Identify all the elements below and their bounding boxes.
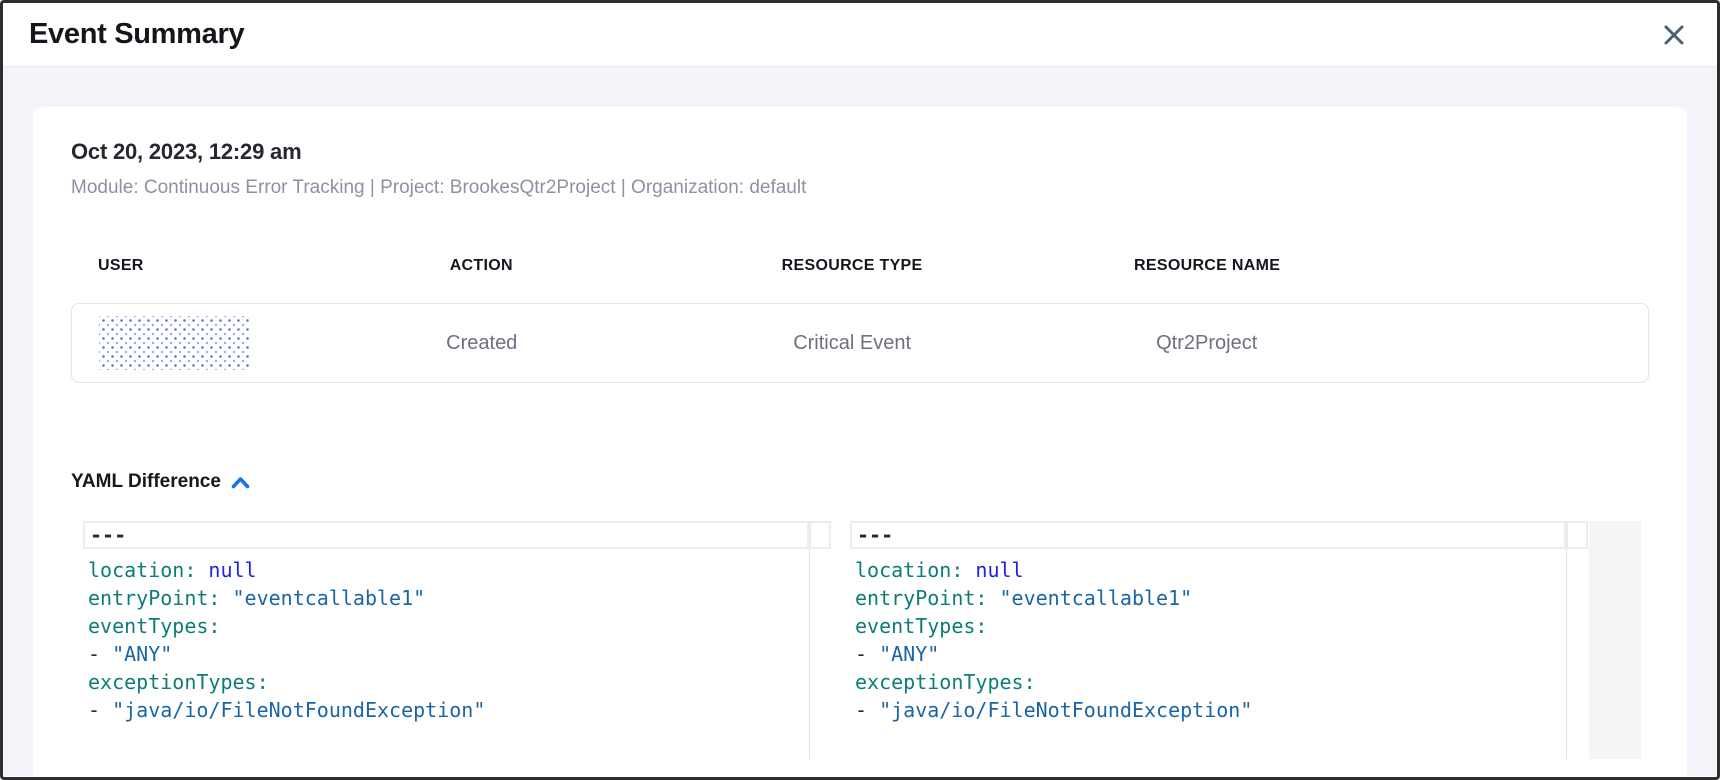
yaml-token-dash: -: [88, 698, 100, 722]
yaml-token-plain: [987, 586, 999, 610]
yaml-token-plain: [100, 698, 112, 722]
event-meta: Module: Continuous Error Tracking | Proj…: [71, 177, 1649, 199]
yaml-line: location: null: [855, 556, 1566, 584]
yaml-token-kw: null: [208, 558, 256, 582]
cell-resource-type: Critical Event: [624, 332, 1081, 355]
yaml-token-dash: ---: [857, 523, 893, 547]
yaml-code-lines: location: nullentryPoint: "eventcallable…: [850, 556, 1566, 724]
event-timestamp: Oct 20, 2023, 12:29 am: [71, 139, 1649, 165]
yaml-pane-right-content: --- location: nullentryPoint: "eventcall…: [850, 521, 1566, 759]
header-spacer: [1333, 257, 1649, 275]
yaml-line: - "ANY": [855, 640, 1566, 668]
column-header-user: USER: [71, 257, 339, 275]
chevron-up-icon: [231, 476, 250, 489]
yaml-pane-left-gutter: [809, 521, 831, 759]
yaml-token-key: exceptionTypes:: [88, 670, 269, 694]
yaml-token-plain: [867, 698, 879, 722]
yaml-token-plain: [220, 586, 232, 610]
yaml-token-str: "eventcallable1": [233, 586, 426, 610]
yaml-first-line: ---: [850, 521, 1566, 549]
close-icon: [1662, 23, 1686, 47]
yaml-line: exceptionTypes:: [88, 668, 809, 696]
yaml-line: eventTypes:: [855, 612, 1566, 640]
yaml-code-lines: location: nullentryPoint: "eventcallable…: [83, 556, 809, 724]
yaml-token-key: entryPoint:: [88, 586, 220, 610]
modal-body: Oct 20, 2023, 12:29 am Module: Continuou…: [3, 67, 1717, 776]
cell-user: [72, 316, 340, 370]
yaml-token-str: "java/io/FileNotFoundException": [879, 698, 1252, 722]
yaml-token-str: "ANY": [112, 642, 172, 666]
column-header-resource-type: RESOURCE TYPE: [623, 257, 1081, 275]
yaml-pane-right-gutter: [1566, 521, 1588, 759]
yaml-line: entryPoint: "eventcallable1": [88, 584, 809, 612]
yaml-token-plain: [196, 558, 208, 582]
yaml-token-plain: [867, 642, 879, 666]
yaml-token-key: eventTypes:: [855, 614, 987, 638]
yaml-token-kw: null: [975, 558, 1023, 582]
yaml-token-plain: [100, 642, 112, 666]
cell-action: Created: [340, 332, 624, 355]
yaml-line: eventTypes:: [88, 612, 809, 640]
table-row: Created Critical Event Qtr2Project: [71, 303, 1649, 383]
column-header-action: ACTION: [339, 257, 623, 275]
event-card: Oct 20, 2023, 12:29 am Module: Continuou…: [33, 107, 1687, 776]
yaml-token-dash: ---: [90, 523, 126, 547]
yaml-token-plain: [963, 558, 975, 582]
redacted-user-pattern: [99, 316, 251, 370]
yaml-first-line: ---: [83, 521, 809, 549]
yaml-gutter-cell: [809, 521, 831, 549]
yaml-line: location: null: [88, 556, 809, 584]
yaml-token-dash: -: [855, 642, 867, 666]
yaml-gutter-cell: [1566, 521, 1588, 549]
yaml-token-dash: -: [88, 642, 100, 666]
yaml-pane-left[interactable]: --- location: nullentryPoint: "eventcall…: [83, 521, 831, 759]
yaml-token-key: entryPoint:: [855, 586, 987, 610]
yaml-difference-toggle[interactable]: YAML Difference: [71, 471, 250, 493]
modal-header: Event Summary: [3, 3, 1717, 67]
yaml-line: - "ANY": [88, 640, 809, 668]
table-header-row: USER ACTION RESOURCE TYPE RESOURCE NAME: [71, 257, 1649, 275]
yaml-token-str: "java/io/FileNotFoundException": [112, 698, 485, 722]
yaml-token-key: location:: [855, 558, 963, 582]
yaml-token-str: "ANY": [879, 642, 939, 666]
yaml-token-key: location:: [88, 558, 196, 582]
yaml-token-key: exceptionTypes:: [855, 670, 1036, 694]
close-button[interactable]: [1657, 18, 1691, 52]
modal-title: Event Summary: [29, 18, 244, 51]
diff-scrollbar-track[interactable]: [1589, 521, 1641, 759]
yaml-pane-right[interactable]: --- location: nullentryPoint: "eventcall…: [850, 521, 1588, 759]
column-header-resource-name: RESOURCE NAME: [1081, 257, 1333, 275]
yaml-difference-label: YAML Difference: [71, 471, 221, 493]
yaml-line: exceptionTypes:: [855, 668, 1566, 696]
yaml-line: - "java/io/FileNotFoundException": [88, 696, 809, 724]
yaml-token-key: eventTypes:: [88, 614, 220, 638]
yaml-token-str: "eventcallable1": [1000, 586, 1193, 610]
cell-resource-name: Qtr2Project: [1081, 332, 1333, 355]
yaml-token-dash: -: [855, 698, 867, 722]
event-summary-modal: Event Summary Oct 20, 2023, 12:29 am Mod…: [0, 0, 1720, 780]
yaml-diff-viewer: --- location: nullentryPoint: "eventcall…: [71, 521, 1649, 759]
yaml-pane-left-content: --- location: nullentryPoint: "eventcall…: [83, 521, 809, 759]
yaml-line: entryPoint: "eventcallable1": [855, 584, 1566, 612]
yaml-line: - "java/io/FileNotFoundException": [855, 696, 1566, 724]
